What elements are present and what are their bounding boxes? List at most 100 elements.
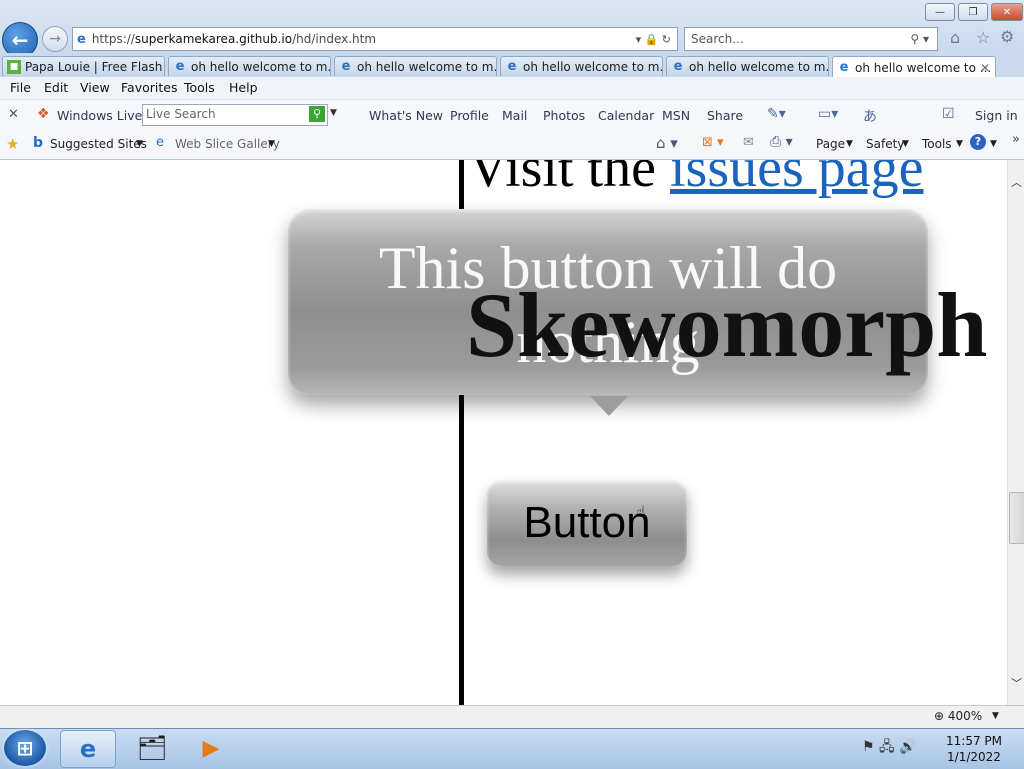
close-toolbar-icon[interactable]: ✕: [8, 107, 19, 122]
minimize-button[interactable]: —: [925, 3, 955, 21]
whats-new-link[interactable]: What's New: [369, 108, 443, 123]
share-link[interactable]: Share: [707, 108, 743, 123]
chevron-down-icon[interactable]: ▼: [992, 711, 999, 721]
tab-label: oh hello welcome to m...: [689, 59, 829, 74]
refresh-icon[interactable]: ▾ 🔒 ↻: [636, 33, 671, 46]
tab-label: oh hello welcome to m...: [523, 59, 663, 74]
live-search-input[interactable]: Live Search ⚲: [142, 104, 328, 126]
skeuomorphic-button-label: Button: [523, 498, 651, 547]
visit-text: Visit the: [468, 160, 670, 199]
action-center-icon[interactable]: ⚑: [862, 739, 875, 755]
tab-strip: ■ Papa Louie | Free Flash ... e oh hello…: [0, 53, 1024, 78]
suggested-sites-link[interactable]: Suggested Sites: [50, 137, 147, 151]
home-icon[interactable]: ⌂: [950, 28, 960, 47]
tab-welcome-1[interactable]: e oh hello welcome to m...: [168, 56, 331, 76]
photos-link[interactable]: Photos: [543, 108, 585, 123]
search-input[interactable]: Search... ⚲ ▾: [684, 27, 938, 51]
bing-icon: b: [33, 135, 44, 151]
translate-icon[interactable]: あ: [863, 106, 877, 126]
print-icon[interactable]: ⎙ ▾: [770, 134, 793, 150]
scroll-thumb[interactable]: [1009, 492, 1024, 544]
scroll-down-icon[interactable]: ﹀: [1008, 675, 1024, 691]
address-prefix: https://: [91, 32, 135, 46]
taskbar-file-explorer[interactable]: 🗂: [125, 730, 179, 766]
tooltip-arrow: [590, 396, 628, 416]
page-heading: Skewomorph: [466, 274, 988, 376]
menu-help[interactable]: Help: [229, 80, 258, 95]
zoom-value: 400%: [947, 709, 983, 723]
favorites-star-icon[interactable]: ★: [6, 135, 19, 153]
zoom-level[interactable]: ⊕ 400%: [934, 709, 982, 723]
ie-icon: e: [175, 59, 185, 74]
windows-live-label[interactable]: Windows Live: [57, 108, 142, 123]
menu-tools[interactable]: Tools: [184, 80, 215, 95]
menu-file[interactable]: File: [10, 80, 31, 95]
ie-icon: e: [839, 60, 849, 75]
rss-icon[interactable]: ⊠ ▾: [702, 135, 724, 150]
volume-icon[interactable]: 🔊: [899, 739, 916, 755]
tab-label: oh hello welcome to m...: [191, 59, 331, 74]
tab-welcome-3[interactable]: e oh hello welcome to m...: [500, 56, 663, 76]
vertical-scrollbar[interactable]: ︿ ﹀: [1007, 160, 1024, 705]
chevron-down-icon[interactable]: ▼: [956, 139, 963, 149]
mail-link[interactable]: Mail: [502, 108, 527, 123]
chevron-down-icon[interactable]: ▼: [330, 108, 337, 118]
close-tab-icon[interactable]: ✕: [980, 61, 990, 75]
mail-icon[interactable]: ✉: [743, 135, 754, 150]
safety-menu[interactable]: Safety: [866, 137, 904, 151]
page-menu[interactable]: Page: [816, 137, 845, 151]
tab-welcome-4[interactable]: e oh hello welcome to m...: [666, 56, 829, 76]
gear-icon[interactable]: ⚙: [1000, 27, 1014, 46]
address-url[interactable]: https://superkamekarea.github.io/hd/inde…: [92, 32, 376, 46]
profile-link[interactable]: Profile: [450, 108, 489, 123]
highlight-icon[interactable]: ✎▾: [767, 106, 786, 122]
hand-cursor-icon: ☝: [636, 502, 646, 521]
chevron-down-icon[interactable]: ▼: [902, 139, 909, 149]
network-icon[interactable]: 🖧: [879, 739, 895, 755]
ie-icon: e: [341, 59, 351, 74]
skeuomorphic-button[interactable]: Button: [487, 480, 687, 566]
menu-edit[interactable]: Edit: [44, 80, 68, 95]
tab-label: oh hello welcome to m...: [357, 59, 497, 74]
scroll-up-icon[interactable]: ︿: [1008, 174, 1024, 190]
close-window-button[interactable]: ✕: [991, 3, 1023, 21]
help-icon[interactable]: ?: [970, 134, 986, 150]
star-icon[interactable]: ☆: [976, 28, 990, 47]
tab-papa-louie[interactable]: ■ Papa Louie | Free Flash ...: [2, 56, 165, 76]
windows-logo-icon: ⊞: [16, 736, 34, 760]
menu-favorites[interactable]: Favorites: [121, 80, 177, 95]
restore-button[interactable]: ❐: [958, 3, 988, 21]
home-icon[interactable]: ⌂ ▾: [656, 134, 678, 152]
chevron-down-icon[interactable]: ▼: [846, 139, 853, 149]
ie-page-icon: e: [77, 31, 86, 47]
windows-logo-icon: ❖: [37, 106, 50, 122]
edit-icon[interactable]: ☑: [942, 106, 955, 122]
tools-menu[interactable]: Tools: [922, 137, 952, 151]
forward-button[interactable]: →: [42, 26, 68, 52]
issues-page-link[interactable]: issues page: [670, 160, 924, 199]
msn-link[interactable]: MSN: [662, 108, 690, 123]
tab-welcome-2[interactable]: e oh hello welcome to m...: [334, 56, 497, 76]
clock[interactable]: 11:57 PM 1/1/2022: [938, 733, 1010, 765]
chevron-down-icon[interactable]: ▼: [268, 139, 275, 149]
search-go-icon[interactable]: ⚲: [309, 106, 325, 122]
chevron-down-icon[interactable]: ▼: [136, 139, 143, 149]
start-button[interactable]: ⊞: [4, 730, 46, 766]
sign-in-link[interactable]: Sign in: [975, 108, 1018, 123]
tab-welcome-active[interactable]: e oh hello welcome to ... ✕: [832, 56, 996, 78]
system-tray[interactable]: ⚑ 🖧 🔊: [862, 736, 917, 760]
taskbar-media-player[interactable]: ▶: [184, 730, 238, 766]
taskbar-internet-explorer[interactable]: e: [60, 730, 116, 768]
ie-icon: e: [79, 735, 97, 763]
web-slice-gallery-link[interactable]: Web Slice Gallery: [175, 137, 280, 151]
address-bar[interactable]: e https://superkamekarea.github.io/hd/in…: [72, 27, 678, 51]
calendar-link[interactable]: Calendar: [598, 108, 654, 123]
toolbar-overflow-icon[interactable]: »: [1012, 132, 1020, 147]
chevron-down-icon[interactable]: ▼: [990, 139, 997, 149]
clock-date: 1/1/2022: [947, 750, 1001, 764]
search-placeholder: Search...: [691, 32, 744, 46]
window-icon[interactable]: ▭▾: [818, 106, 838, 122]
menu-view[interactable]: View: [80, 80, 110, 95]
live-search-placeholder: Live Search: [146, 107, 216, 121]
search-icon[interactable]: ⚲ ▾: [910, 32, 929, 46]
